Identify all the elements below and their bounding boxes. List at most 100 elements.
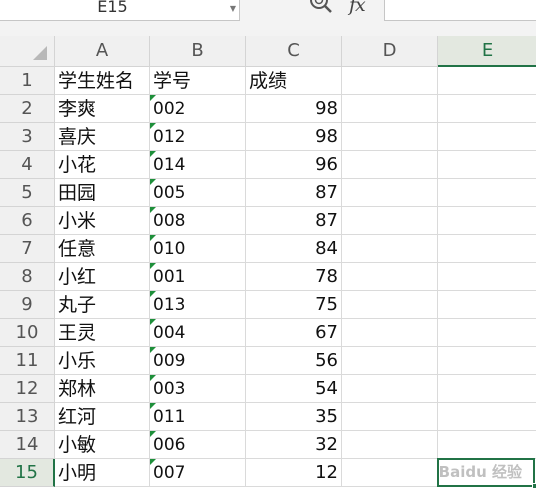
cell-e8[interactable]: [438, 263, 536, 291]
column-header-c[interactable]: C: [246, 36, 342, 67]
cell-c4[interactable]: 96: [246, 151, 342, 179]
cell-e10[interactable]: [438, 319, 536, 347]
cell-c2[interactable]: 98: [246, 95, 342, 123]
cell-a13[interactable]: 红河: [55, 403, 150, 431]
cell-a3[interactable]: 喜庆: [55, 123, 150, 151]
cell-a4[interactable]: 小花: [55, 151, 150, 179]
cell-c7[interactable]: 84: [246, 235, 342, 263]
fill-handle[interactable]: [532, 483, 536, 489]
cell-a8[interactable]: 小红: [55, 263, 150, 291]
cell-e6[interactable]: [438, 207, 536, 235]
cell-d5[interactable]: [342, 179, 438, 207]
row-header-11[interactable]: 11: [0, 347, 55, 375]
row-header-10[interactable]: 10: [0, 319, 55, 347]
cell-e7[interactable]: [438, 235, 536, 263]
cell-d2[interactable]: [342, 95, 438, 123]
row-header-5[interactable]: 5: [0, 179, 55, 207]
cell-a14[interactable]: 小敏: [55, 431, 150, 459]
formula-input[interactable]: [384, 0, 536, 21]
cell-c8[interactable]: 78: [246, 263, 342, 291]
cell-b8[interactable]: 001: [150, 263, 246, 291]
zoom-search-icon[interactable]: [307, 0, 335, 16]
row-header-2[interactable]: 2: [0, 95, 55, 123]
cell-e11[interactable]: [438, 347, 536, 375]
cell-b6[interactable]: 008: [150, 207, 246, 235]
cell-b1[interactable]: 学号: [150, 67, 246, 95]
cell-c10[interactable]: 67: [246, 319, 342, 347]
row-header-14[interactable]: 14: [0, 431, 55, 459]
cell-a7[interactable]: 任意: [55, 235, 150, 263]
cell-b13[interactable]: 011: [150, 403, 246, 431]
cell-e14[interactable]: [438, 431, 536, 459]
cell-c13[interactable]: 35: [246, 403, 342, 431]
cell-b14[interactable]: 006: [150, 431, 246, 459]
row-header-13[interactable]: 13: [0, 403, 55, 431]
cell-e13[interactable]: [438, 403, 536, 431]
cell-b10[interactable]: 004: [150, 319, 246, 347]
cell-d7[interactable]: [342, 235, 438, 263]
cell-a1[interactable]: 学生姓名: [55, 67, 150, 95]
row-header-15[interactable]: 15: [0, 459, 55, 487]
cell-a9[interactable]: 丸子: [55, 291, 150, 319]
cell-d9[interactable]: [342, 291, 438, 319]
cell-b3[interactable]: 012: [150, 123, 246, 151]
cell-d12[interactable]: [342, 375, 438, 403]
cell-d10[interactable]: [342, 319, 438, 347]
cell-b9[interactable]: 013: [150, 291, 246, 319]
chevron-down-icon[interactable]: ▼: [230, 4, 236, 13]
cell-c1[interactable]: 成绩: [246, 67, 342, 95]
column-header-d[interactable]: D: [342, 36, 438, 67]
cell-d6[interactable]: [342, 207, 438, 235]
cell-a15[interactable]: 小明: [55, 459, 150, 487]
cell-b12[interactable]: 003: [150, 375, 246, 403]
cell-b2[interactable]: 002: [150, 95, 246, 123]
column-header-a[interactable]: A: [55, 36, 150, 67]
row-header-6[interactable]: 6: [0, 207, 55, 235]
cell-a2[interactable]: 李爽: [55, 95, 150, 123]
cell-c3[interactable]: 98: [246, 123, 342, 151]
cell-d15[interactable]: [342, 459, 438, 487]
cell-a11[interactable]: 小乐: [55, 347, 150, 375]
cell-d14[interactable]: [342, 431, 438, 459]
cell-c12[interactable]: 54: [246, 375, 342, 403]
row-header-8[interactable]: 8: [0, 263, 55, 291]
row-header-7[interactable]: 7: [0, 235, 55, 263]
cell-d8[interactable]: [342, 263, 438, 291]
column-header-e[interactable]: E: [438, 36, 536, 67]
cell-c5[interactable]: 87: [246, 179, 342, 207]
cell-a5[interactable]: 田园: [55, 179, 150, 207]
cell-b15[interactable]: 007: [150, 459, 246, 487]
cell-c11[interactable]: 56: [246, 347, 342, 375]
cell-d4[interactable]: [342, 151, 438, 179]
cell-a6[interactable]: 小米: [55, 207, 150, 235]
fx-icon[interactable]: fx: [349, 0, 366, 16]
row-header-4[interactable]: 4: [0, 151, 55, 179]
cell-e1[interactable]: [438, 67, 536, 95]
cell-c15[interactable]: 12: [246, 459, 342, 487]
row-header-9[interactable]: 9: [0, 291, 55, 319]
row-header-1[interactable]: 1: [0, 67, 55, 95]
column-header-b[interactable]: B: [150, 36, 246, 67]
cell-e9[interactable]: [438, 291, 536, 319]
cell-e3[interactable]: [438, 123, 536, 151]
cell-c9[interactable]: 75: [246, 291, 342, 319]
row-header-12[interactable]: 12: [0, 375, 55, 403]
cell-b7[interactable]: 010: [150, 235, 246, 263]
cell-a10[interactable]: 王灵: [55, 319, 150, 347]
cell-a12[interactable]: 郑林: [55, 375, 150, 403]
cell-d3[interactable]: [342, 123, 438, 151]
cell-b5[interactable]: 005: [150, 179, 246, 207]
cell-d13[interactable]: [342, 403, 438, 431]
select-all-corner[interactable]: [0, 36, 55, 67]
cell-b11[interactable]: 009: [150, 347, 246, 375]
cell-e4[interactable]: [438, 151, 536, 179]
cell-c6[interactable]: 87: [246, 207, 342, 235]
cell-d1[interactable]: [342, 67, 438, 95]
cell-e12[interactable]: [438, 375, 536, 403]
cell-e2[interactable]: [438, 95, 536, 123]
cell-e5[interactable]: [438, 179, 536, 207]
cell-b4[interactable]: 014: [150, 151, 246, 179]
name-box[interactable]: E15 ▼: [0, 0, 240, 21]
row-header-3[interactable]: 3: [0, 123, 55, 151]
cell-c14[interactable]: 32: [246, 431, 342, 459]
